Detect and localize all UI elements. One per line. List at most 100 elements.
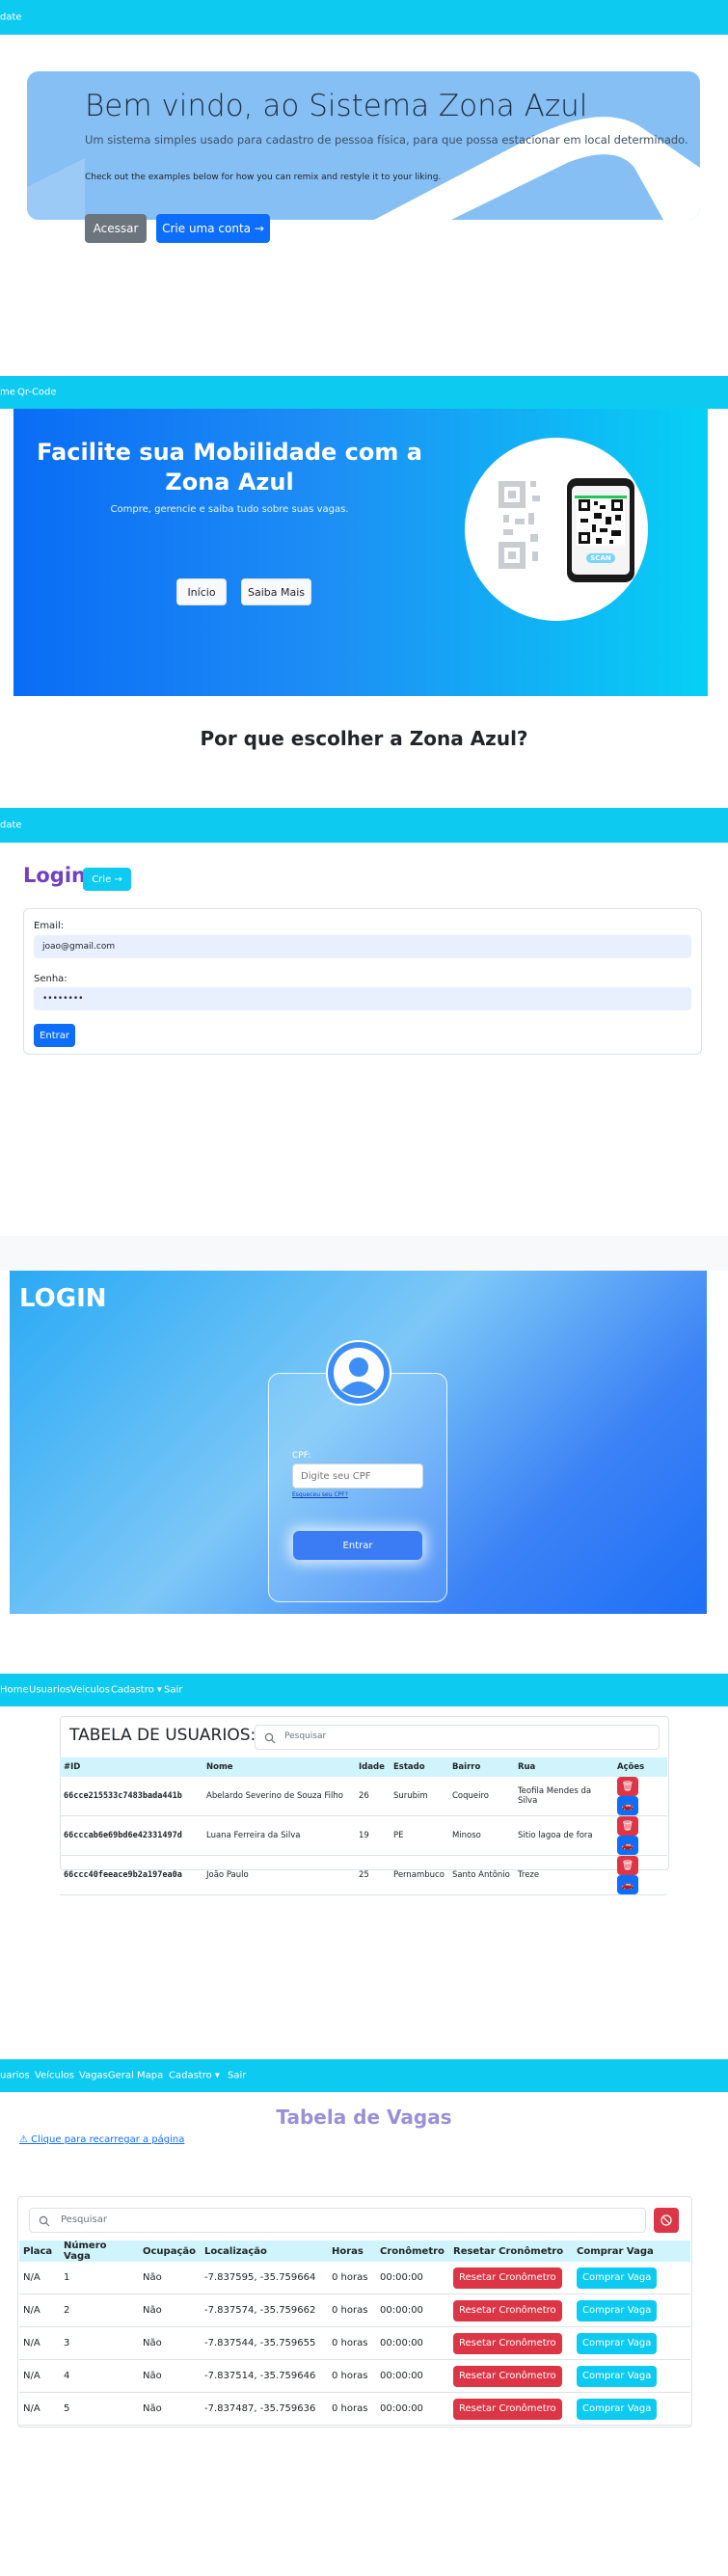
buy-spot-button[interactable]: Comprar Vaga bbox=[577, 2267, 658, 2289]
clear-filter-button[interactable] bbox=[654, 2208, 679, 2233]
cell-cronometro: 00:00:00 bbox=[376, 2326, 449, 2360]
nav-item-home[interactable]: Home bbox=[0, 1685, 29, 1696]
scan-label: SCAN bbox=[590, 554, 611, 562]
cell-rua: Teofila Mendes da Silva bbox=[513, 1777, 613, 1816]
crie-button[interactable]: Crie → bbox=[83, 868, 131, 891]
search-icon bbox=[264, 1732, 276, 1744]
cell-horas: 0 horas bbox=[328, 2359, 376, 2393]
table-row: N/A 2 Não -7.837574, -35.759662 0 horas … bbox=[19, 2294, 690, 2327]
navbar-top: date bbox=[0, 0, 728, 35]
cell-cronometro: 00:00:00 bbox=[376, 2392, 449, 2426]
cpf-label: CPF: bbox=[292, 1451, 311, 1461]
users-table: #ID Nome Idade Estado Bairro Rua Ações 6… bbox=[60, 1758, 667, 1895]
users-table-header: #ID Nome Idade Estado Bairro Rua Ações bbox=[60, 1758, 667, 1777]
nav-item-home[interactable]: me bbox=[0, 388, 15, 398]
users-search-placeholder: Pesquisar bbox=[284, 1731, 327, 1741]
col-acoes: Ações bbox=[612, 1758, 667, 1777]
cpf-input[interactable] bbox=[292, 1463, 423, 1489]
login-entrar-button[interactable]: Entrar bbox=[293, 1531, 422, 1560]
login-panel-title: LOGIN bbox=[19, 1284, 107, 1313]
nav-item-cadastro[interactable]: Cadastro ▾ bbox=[169, 2071, 220, 2081]
cell-idade: 25 bbox=[355, 1855, 390, 1895]
trash-icon: 🗑 bbox=[621, 1820, 634, 1832]
navbar-brand[interactable]: date bbox=[0, 13, 22, 23]
cell-nome: João Paulo bbox=[202, 1855, 355, 1895]
cell-ocupacao: Não bbox=[139, 2326, 201, 2360]
buy-spot-button[interactable]: Comprar Vaga bbox=[577, 2365, 658, 2387]
col-ocupacao: Ocupação bbox=[139, 2241, 201, 2262]
reload-link[interactable]: ⚠ Clique para recarregar a página bbox=[19, 2134, 184, 2145]
vagas-search-box[interactable]: Pesquisar bbox=[29, 2208, 646, 2233]
cell-localizacao: -7.837574, -35.759662 bbox=[201, 2294, 328, 2327]
cell-horas: 0 horas bbox=[328, 2294, 376, 2327]
reset-timer-button[interactable]: Resetar Cronômetro bbox=[453, 2332, 562, 2354]
cell-numero-vaga: 1 bbox=[60, 2262, 139, 2294]
delete-user-button[interactable]: 🗑 bbox=[616, 1816, 638, 1836]
buy-spot-button[interactable]: Comprar Vaga bbox=[577, 2299, 658, 2321]
email-field[interactable]: joao@gmail.com bbox=[34, 935, 691, 958]
vehicle-user-button[interactable]: 🚗 bbox=[616, 1875, 638, 1894]
navbar-brand-login[interactable]: date bbox=[0, 820, 22, 831]
forgot-cpf-link[interactable]: Esqueceu seu CPF? bbox=[292, 1491, 348, 1498]
navbar-login: date bbox=[0, 808, 728, 843]
inicio-button[interactable]: Início bbox=[176, 578, 227, 605]
cell-cronometro: 00:00:00 bbox=[376, 2262, 449, 2294]
cell-bairro: Minoso bbox=[447, 1815, 514, 1856]
vagas-page-title: Tabela de Vagas bbox=[276, 2106, 452, 2129]
trash-icon: 🗑 bbox=[621, 1781, 634, 1792]
nav-item-sair[interactable]: Sair bbox=[164, 1685, 182, 1696]
buy-spot-button[interactable]: Comprar Vaga bbox=[577, 2398, 658, 2420]
cell-estado: Pernambuco bbox=[390, 1855, 448, 1895]
cell-numero-vaga: 5 bbox=[60, 2392, 139, 2426]
nav-item-veiculos[interactable]: Veiculos bbox=[70, 1685, 110, 1696]
col-cronometro: Cronômetro bbox=[376, 2241, 449, 2262]
nav-item-cadastro[interactable]: Cadastro ▾ bbox=[111, 1685, 162, 1696]
nav-item-sair[interactable]: Sair bbox=[228, 2071, 246, 2081]
vehicle-user-button[interactable]: 🚗 bbox=[616, 1836, 638, 1855]
delete-user-button[interactable]: 🗑 bbox=[616, 1856, 638, 1875]
table-row: 66cccab6e69bd6e42331497d Luana Ferreira … bbox=[60, 1815, 667, 1856]
reset-timer-button[interactable]: Resetar Cronômetro bbox=[453, 2299, 562, 2321]
col-estado: Estado bbox=[390, 1758, 448, 1777]
nav-item-usuarios[interactable]: Usuarios bbox=[29, 1685, 70, 1696]
vehicle-user-button[interactable]: 🚗 bbox=[616, 1796, 638, 1815]
cell-horas: 0 horas bbox=[328, 2326, 376, 2360]
reset-timer-button[interactable]: Resetar Cronômetro bbox=[453, 2365, 562, 2387]
cell-ocupacao: Não bbox=[139, 2262, 201, 2294]
cell-ocupacao: Não bbox=[139, 2392, 201, 2426]
cell-ocupacao: Não bbox=[139, 2359, 201, 2393]
cell-numero-vaga: 4 bbox=[60, 2359, 139, 2393]
col-comprar: Comprar Vaga bbox=[573, 2241, 690, 2262]
cell-rua: Treze bbox=[513, 1855, 613, 1895]
nav-item-mapa[interactable]: Mapa bbox=[137, 2071, 163, 2081]
users-search-box[interactable]: Pesquisar bbox=[255, 1725, 660, 1750]
nav-item-qrcode[interactable]: Qr-Code bbox=[17, 388, 57, 398]
cell-id: 66ccc40feeace9b2a197ea0a bbox=[60, 1855, 202, 1895]
nav-item-veiculos[interactable]: Veículos bbox=[35, 2071, 74, 2081]
cell-localizacao: -7.837544, -35.759655 bbox=[201, 2326, 328, 2360]
navbar-light bbox=[0, 1236, 728, 1271]
access-button[interactable]: Acessar bbox=[85, 214, 147, 243]
reset-timer-button[interactable]: Resetar Cronômetro bbox=[453, 2267, 562, 2289]
user-avatar-icon bbox=[326, 1340, 391, 1406]
cell-placa: N/A bbox=[19, 2294, 60, 2327]
cell-numero-vaga: 3 bbox=[60, 2326, 139, 2360]
cell-cronometro: 00:00:00 bbox=[376, 2294, 449, 2327]
entrar-button[interactable]: Entrar bbox=[34, 1024, 75, 1047]
cell-placa: N/A bbox=[19, 2326, 60, 2360]
table-row: N/A 3 Não -7.837544, -35.759655 0 horas … bbox=[19, 2326, 690, 2360]
cell-nome: Luana Ferreira da Silva bbox=[202, 1815, 355, 1856]
delete-user-button[interactable]: 🗑 bbox=[616, 1777, 638, 1796]
vagas-table: Placa Número Vaga Ocupação Localização H… bbox=[19, 2241, 690, 2426]
nav-item-vagasgeral[interactable]: VagasGeral bbox=[79, 2071, 134, 2081]
saiba-mais-button[interactable]: Saiba Mais bbox=[241, 578, 311, 605]
vagas-search-placeholder: Pesquisar bbox=[61, 2214, 107, 2225]
reset-timer-button[interactable]: Resetar Cronômetro bbox=[453, 2398, 562, 2420]
buy-spot-button[interactable]: Comprar Vaga bbox=[577, 2332, 658, 2354]
create-account-button[interactable]: Crie uma conta → bbox=[156, 214, 270, 243]
cell-ocupacao: Não bbox=[139, 2294, 201, 2327]
nav-item-usuarios[interactable]: uarios bbox=[0, 2071, 30, 2081]
col-numero-vaga: Número Vaga bbox=[60, 2241, 139, 2262]
password-field[interactable]: •••••••• bbox=[34, 987, 691, 1010]
qr-phone-illustration: SCAN bbox=[465, 438, 648, 621]
